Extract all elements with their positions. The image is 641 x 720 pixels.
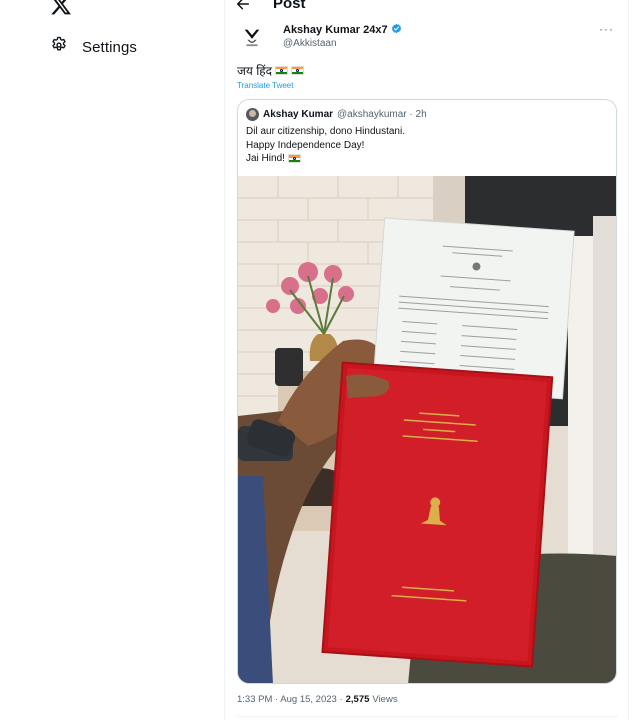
author-handle[interactable]: @Akkistaan: [283, 38, 337, 49]
india-flag-icon: [291, 66, 305, 75]
verified-badge-icon: [391, 23, 402, 37]
tweet-photo[interactable]: [238, 176, 617, 684]
tweet-text: जय हिंद: [237, 62, 305, 79]
left-nav: Settings: [0, 0, 225, 720]
arrow-left-icon[interactable]: [235, 0, 251, 12]
divider: [237, 716, 618, 717]
author-name-text: Akshay Kumar 24x7: [283, 24, 388, 36]
quoted-author-handle: @akshaykumar · 2h: [337, 109, 427, 120]
gear-icon: [50, 36, 68, 59]
quoted-line-2: Happy Independence Day!: [246, 139, 365, 151]
nav-settings-label: Settings: [82, 38, 137, 56]
india-flag-icon: [287, 154, 301, 164]
more-icon[interactable]: ···: [599, 22, 614, 36]
avatar: [246, 108, 259, 121]
quoted-tweet-header: Akshay Kumar @akshaykumar · 2h: [246, 108, 427, 121]
author-name[interactable]: Akshay Kumar 24x7: [283, 23, 402, 37]
quoted-line-3: Jai Hind!: [246, 152, 405, 166]
tweet-author: Akshay Kumar 24x7 @Akkistaan ···: [237, 22, 618, 54]
quoted-line-3-text: Jai Hind!: [246, 153, 285, 164]
page-title: Post: [273, 0, 306, 12]
quoted-line-1: Dil aur citizenship, dono Hindustani.: [246, 126, 405, 137]
quoted-tweet-text: Dil aur citizenship, dono Hindustani. Ha…: [246, 125, 405, 166]
avatar[interactable]: [237, 22, 267, 52]
tweet-time[interactable]: 1:33 PM · Aug 15, 2023 ·: [237, 694, 343, 705]
main-column: Post Akshay Kumar 24x7 @Akkistaan ··· जय…: [224, 0, 629, 720]
india-flag-icon: [275, 66, 289, 75]
post-header: Post: [225, 0, 628, 18]
nav-settings[interactable]: Settings: [50, 34, 137, 60]
quoted-author-name: Akshay Kumar: [263, 109, 334, 120]
views-label: Views: [372, 694, 398, 705]
tweet-text-content: जय हिंद: [237, 64, 273, 78]
tweet-timestamp: 1:33 PM · Aug 15, 2023 · 2,575 Views: [237, 694, 398, 705]
translate-tweet-link[interactable]: Translate Tweet: [237, 81, 293, 90]
quoted-tweet[interactable]: Akshay Kumar @akshaykumar · 2h Dil aur c…: [237, 99, 617, 684]
views-count: 2,575: [345, 694, 370, 705]
x-logo-icon[interactable]: [50, 0, 72, 16]
